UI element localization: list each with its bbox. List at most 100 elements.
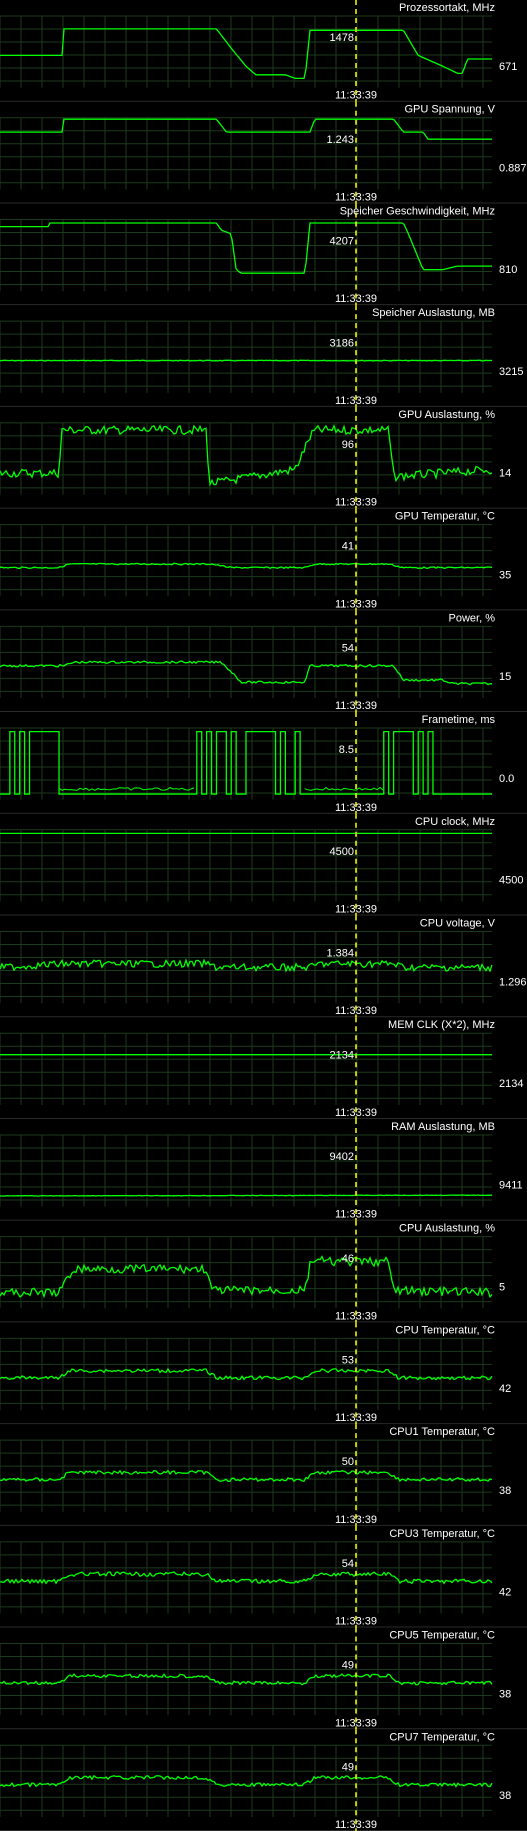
graph-panel-speicher-geschwindigkeit[interactable]: Speicher Geschwindigkeit, MHz 4207 810 11:3… (0, 203, 527, 306)
graph-panel-gpu-auslastung[interactable]: GPU Auslastung, % 96 14 11:33:39 (0, 406, 527, 509)
cursor-timestamp: 11:33:39 (335, 1717, 377, 1729)
graph-panel-power[interactable]: Power, % 54 15 11:33:39 (0, 610, 527, 713)
grid (0, 1134, 527, 1221)
cursor-timestamp: 11:33:39 (335, 90, 377, 102)
graph-title: Speicher Auslastung, MB (372, 307, 495, 319)
graph-panel-cpu7-temperatur[interactable]: CPU7 Temperatur, °C 49 38 11:33:39 (0, 1729, 527, 1831)
graph-panel-cpu1-temperatur[interactable]: CPU1 Temperatur, °C 50 38 11:33:39 (0, 1424, 527, 1526)
cursor-timestamp: 11:33:39 (335, 293, 377, 305)
cursor-value: 4207 (330, 236, 354, 248)
graph-panel-cpu-auslastung[interactable]: CPU Auslastung, % 46 5 11:33:39 (0, 1220, 527, 1323)
cursor-timestamp: 11:33:39 (335, 1616, 377, 1628)
current-value: 38 (499, 1485, 511, 1497)
grid (0, 320, 527, 407)
grid (0, 1744, 527, 1831)
grid (0, 1643, 527, 1730)
cursor-value: 53 (342, 1354, 354, 1366)
current-value: 9411 (499, 1180, 523, 1192)
graph-title: Prozessortakt, MHz (399, 2, 495, 14)
graph-title: MEM CLK (X*2), MHz (388, 1019, 495, 1031)
monitoring-graphs-panel: Prozessortakt, MHz 1478 671 11:33:39 GPU Spa… (0, 0, 527, 1831)
graph-panel-cpu-clock[interactable]: CPU clock, MHz 4500 4500 11:33:39 (0, 813, 527, 916)
graph-panel-ram-auslastung[interactable]: RAM Auslastung, MB 9402 9411 11:33:39 (0, 1118, 527, 1221)
current-value: 0.0 (499, 773, 514, 785)
current-value: 38 (499, 1790, 511, 1802)
cursor-timestamp: 11:33:39 (335, 497, 377, 509)
cursor-value: 4500 (330, 846, 354, 858)
graph-title: CPU Temperatur, °C (395, 1324, 495, 1336)
cursor-timestamp: 11:33:39 (335, 598, 377, 610)
cursor-value: 41 (342, 541, 354, 553)
trace-line (0, 1571, 493, 1585)
graph-title: GPU Auslastung, % (398, 409, 495, 421)
current-value: 1.296 (499, 976, 527, 988)
cursor-timestamp: 11:33:39 (335, 700, 377, 712)
cursor-value: 50 (342, 1456, 354, 1468)
current-value: 3215 (499, 366, 523, 378)
current-value: 14 (499, 468, 511, 480)
current-value: 4500 (499, 875, 523, 887)
current-value: 2134 (499, 1078, 523, 1090)
cursor-timestamp: 11:33:39 (335, 191, 377, 203)
grid (0, 1439, 527, 1526)
grid (0, 1032, 527, 1119)
trace-line (304, 787, 384, 791)
graph-panel-cpu5-temperatur[interactable]: CPU5 Temperatur, °C 49 38 11:33:39 (0, 1627, 527, 1730)
cursor-value: 8.5 (339, 744, 354, 756)
graph-title: Speicher Geschwindigkeit, MHz (340, 205, 495, 217)
trace-line (0, 1469, 493, 1483)
trace-line (0, 118, 492, 140)
graph-title: CPU7 Temperatur, °C (389, 1731, 495, 1743)
current-value: 42 (499, 1383, 511, 1395)
grid (0, 625, 527, 713)
cursor-value: 96 (342, 439, 354, 451)
graph-panel-prozessortakt[interactable]: Prozessortakt, MHz 1478 671 11:33:39 (0, 0, 527, 102)
cursor-value: 54 (342, 1558, 354, 1570)
graph-title: CPU clock, MHz (415, 816, 495, 828)
trace-line (0, 958, 493, 973)
current-value: 15 (499, 671, 511, 683)
cursor-timestamp: 11:33:39 (335, 1209, 377, 1221)
cursor-timestamp: 11:33:39 (335, 904, 377, 916)
cursor-timestamp: 11:33:39 (335, 395, 377, 407)
trace-line (0, 1673, 493, 1686)
current-value: 0.887 (499, 163, 527, 175)
graph-panel-cpu-temperatur[interactable]: CPU Temperatur, °C 53 42 11:33:39 (0, 1322, 527, 1425)
graph-title: CPU Auslastung, % (399, 1223, 495, 1235)
grid (0, 1337, 527, 1425)
grid (0, 218, 527, 306)
cursor-timestamp: 11:33:39 (335, 1005, 377, 1017)
graph-panel-mem-clk[interactable]: MEM CLK (X*2), MHz 2134 2134 11:33:39 (0, 1017, 527, 1119)
cursor-value: 54 (342, 642, 354, 654)
graph-panel-speicher-auslastung[interactable]: Speicher Auslastung, MB 3186 3215 11:33:39 (0, 305, 527, 407)
graphs-svg: Prozessortakt, MHz147867111:33:39GPU Spa… (0, 0, 527, 1831)
cursor-value: 49 (342, 1761, 354, 1773)
cursor-value: 1.384 (326, 948, 354, 960)
cursor-timestamp: 11:33:39 (335, 802, 377, 814)
trace-line (0, 424, 493, 487)
graph-panel-cpu3-temperatur[interactable]: CPU3 Temperatur, °C 54 42 11:33:39 (0, 1525, 527, 1628)
trace-line (0, 359, 492, 362)
trace-line (0, 1194, 493, 1197)
trace-line (0, 222, 492, 274)
graph-title: GPU Spannung, V (404, 104, 495, 116)
cursor-value: 46 (342, 1253, 354, 1265)
cursor-value: 9402 (330, 1151, 354, 1163)
cursor-value: 1478 (330, 32, 354, 44)
cursor-value: 1.243 (326, 134, 354, 146)
graph-panel-gpu-spannung[interactable]: GPU Spannung, V 1.243 0.887 11:33:39 (0, 101, 527, 204)
grid (0, 422, 527, 509)
graph-panel-gpu-temperatur[interactable]: GPU Temperatur, °C 41 35 11:33:39 (0, 508, 527, 611)
current-value: 810 (499, 264, 517, 276)
current-value: 38 (499, 1688, 511, 1700)
trace-line (0, 1774, 493, 1788)
graph-panel-frametime[interactable]: Frametime, ms 8.5 0.0 11:33:39 (0, 712, 527, 814)
cursor-value: 3186 (330, 337, 354, 349)
graph-panel-cpu-voltage[interactable]: CPU voltage, V 1.384 1.296 11:33:39 (0, 915, 527, 1018)
graph-title: CPU voltage, V (420, 918, 496, 930)
grid (0, 829, 527, 916)
cursor-timestamp: 11:33:39 (335, 1412, 377, 1424)
cursor-value: 2134 (330, 1049, 354, 1061)
graph-title: CPU3 Temperatur, °C (389, 1528, 495, 1540)
trace-line (0, 660, 493, 686)
